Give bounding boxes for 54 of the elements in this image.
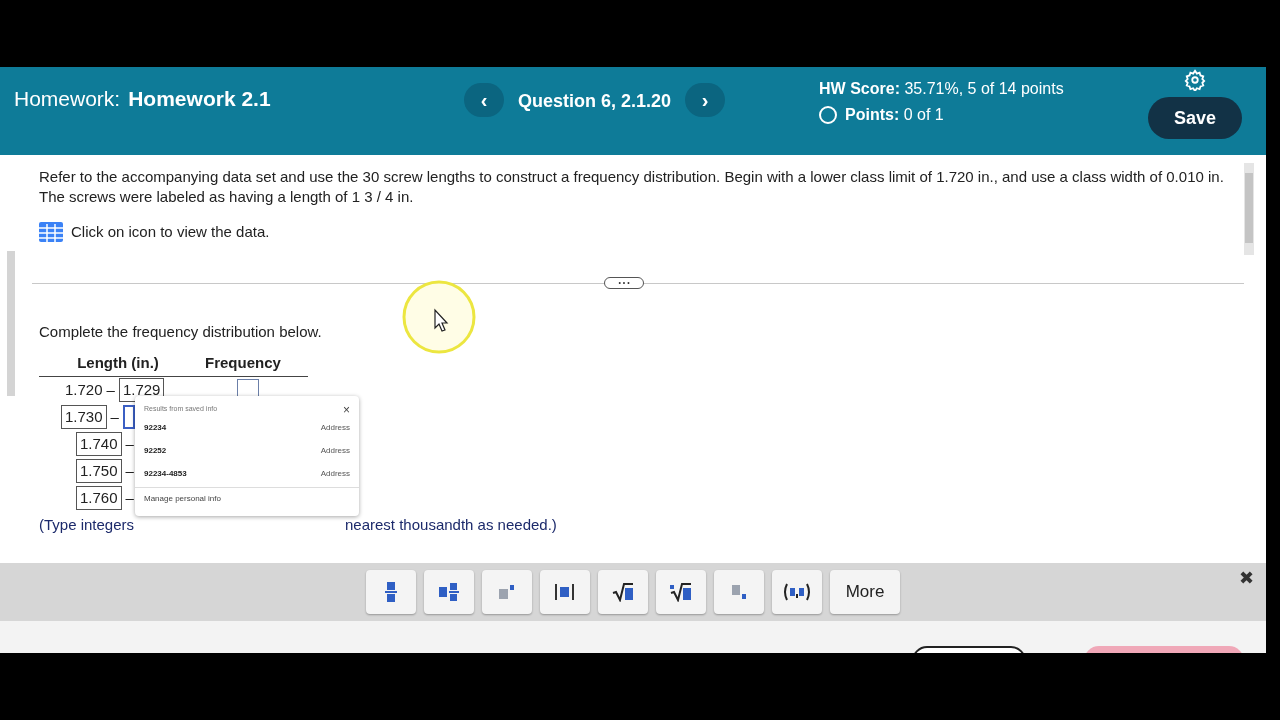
column-header: Length (in.) <box>76 353 160 373</box>
saved-value: 92252 <box>144 444 167 457</box>
math-tool-button[interactable] <box>656 570 706 614</box>
data-table-icon[interactable] <box>39 222 63 243</box>
question-title: Question 6, 2.1.20 <box>518 90 672 113</box>
range-dash: – <box>125 487 134 508</box>
previous-question-button[interactable]: ‹ <box>464 83 504 117</box>
homework-title: Homework 2.1 <box>128 86 271 112</box>
close-toolbar-button[interactable]: ✖ <box>1239 564 1254 592</box>
nth-root-icon <box>670 582 692 602</box>
math-tool-button[interactable] <box>540 570 590 614</box>
save-button[interactable]: Save <box>1148 97 1242 139</box>
saved-type: Address <box>320 444 350 457</box>
autofill-item[interactable]: 92252 Address <box>135 439 359 462</box>
lower-limit-field[interactable]: 1.740 <box>76 432 122 456</box>
lower-limit-field[interactable]: 1.760 <box>76 486 122 510</box>
ordered-pair-icon <box>783 583 811 601</box>
saved-value: 92234 <box>144 421 167 434</box>
lower-limit-field[interactable]: 1.730 <box>61 405 107 429</box>
hint-text: (Type integers <box>39 514 136 535</box>
range-dash: – <box>125 433 134 454</box>
scrollbar-thumb[interactable] <box>1245 173 1253 243</box>
saved-type: Address <box>320 467 350 480</box>
settings-icon[interactable] <box>1184 69 1206 91</box>
column-header: Frequency <box>205 353 281 373</box>
autofill-item[interactable]: 92234-4853 Address <box>135 462 359 485</box>
subscript-icon <box>732 585 746 599</box>
close-button[interactable]: × <box>343 403 350 416</box>
more-button[interactable]: More <box>830 570 900 614</box>
absolute-value-icon <box>555 584 575 600</box>
lower-limit-field[interactable]: 1.750 <box>76 459 122 483</box>
range-dash: – <box>125 460 134 481</box>
autofill-item[interactable]: 92234 Address <box>135 416 359 439</box>
points-text: Points: 0 of 1 <box>845 105 944 125</box>
saved-value: 92234-4853 <box>144 467 187 480</box>
range-dash: – <box>106 379 115 400</box>
manage-info-link[interactable]: Manage personal info <box>144 494 221 503</box>
range-dash: – <box>110 406 119 427</box>
scrollbar[interactable] <box>7 251 15 396</box>
hw-score: HW Score: 35.71%, 5 of 14 points <box>819 79 1064 99</box>
problem-text: Refer to the accompanying data set and use the 30 screw lengths to construct a frequency distribution. Begin with a lower class limit of 1.720 in., and use a class width of 0.010 in. The screws were labeled as having a length of 1 3 / 4 in. <box>39 167 1225 207</box>
homework-label: Homework: <box>14 86 121 112</box>
square-root-icon <box>612 582 634 602</box>
prompt-text: Complete the frequency distribution below. <box>39 323 322 340</box>
hint-text: nearest thousandth as needed.) <box>345 514 557 535</box>
view-data-link[interactable]: Click on icon to view the data. <box>71 221 270 244</box>
next-question-button[interactable]: › <box>685 83 726 117</box>
math-tool-button[interactable] <box>772 570 822 614</box>
math-tool-button[interactable] <box>598 570 648 614</box>
saved-type: Address <box>320 421 350 434</box>
lower-limit: 1.720 <box>65 379 103 400</box>
fraction-icon <box>385 581 397 603</box>
exponent-icon <box>499 585 515 599</box>
mixed-number-icon <box>439 583 459 601</box>
